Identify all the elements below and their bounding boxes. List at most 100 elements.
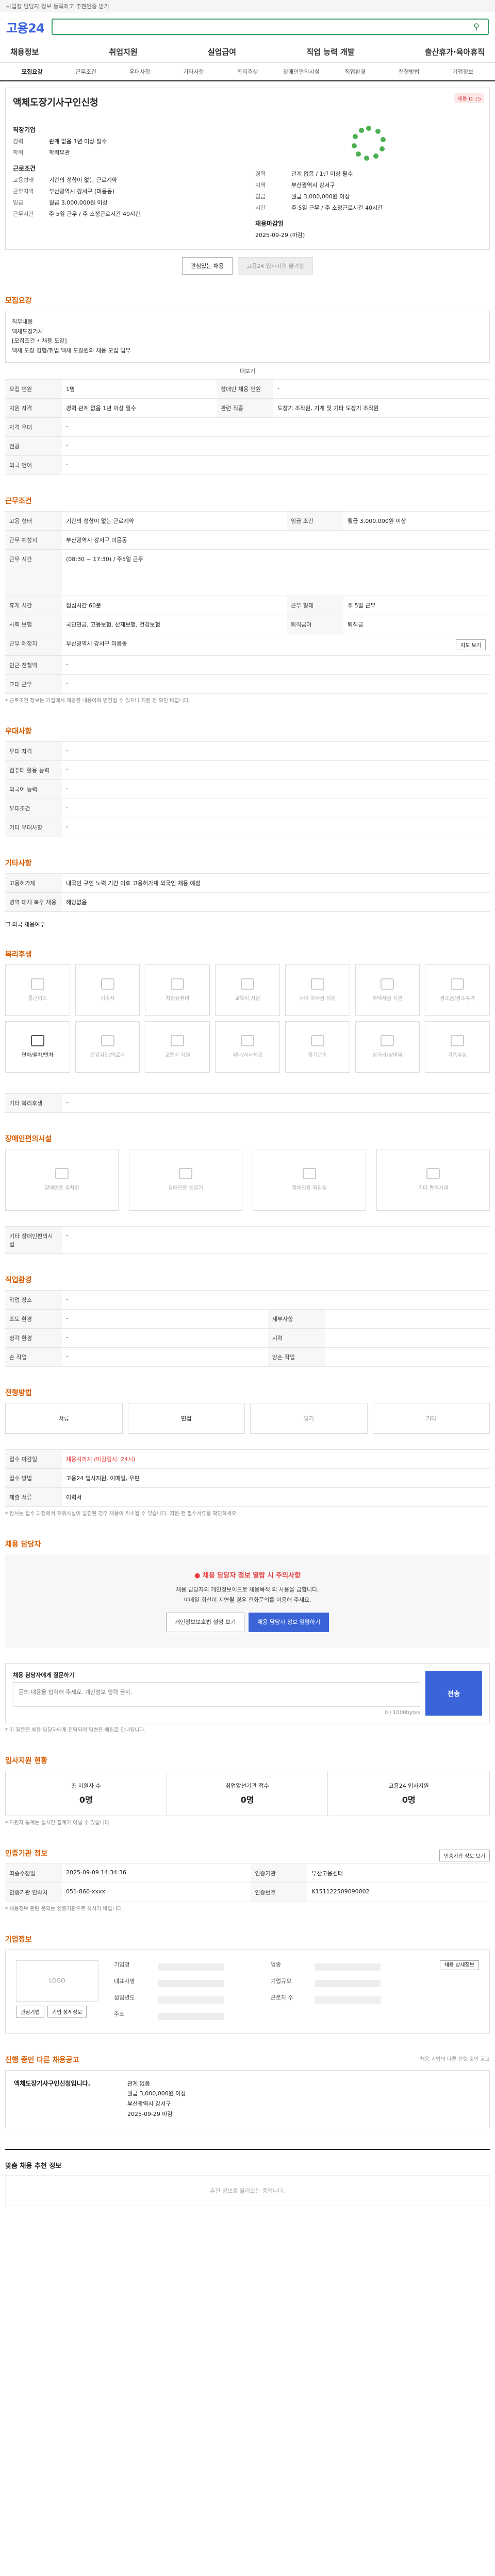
ct-v-5-text: 부산광역시 강서구 미음동: [66, 640, 127, 647]
company-label-2: 대표자명: [114, 1977, 135, 1985]
ev-v-2: -: [62, 1328, 268, 1348]
tab-etc[interactable]: 기타사항: [167, 67, 220, 76]
right-row-k-1: 지역: [255, 182, 266, 189]
parking-icon: [55, 1168, 69, 1180]
other-job-card[interactable]: 액체도장기사구인신청입니다. 관계 없음 월급 3,000,000원 이상 부산…: [5, 2070, 490, 2128]
welfare-item: 연차/월차/반차: [5, 1021, 70, 1073]
job-detail-button[interactable]: 채용 상세정보: [439, 1960, 479, 1970]
pr-v-0: 채용시까지 (마감일시: 24시): [62, 1449, 490, 1469]
search-input[interactable]: ⚲: [51, 19, 489, 35]
gnb-item-training[interactable]: 직업 능력 개발: [306, 46, 354, 57]
company-detail-button[interactable]: 기업 상세정보: [47, 2005, 87, 2018]
ct-k2-3: 근무 형태: [286, 595, 343, 615]
interest-button[interactable]: 관심있는 채용: [182, 257, 233, 275]
other-job-company[interactable]: 액체도장기사구인신청입니다.: [14, 2079, 117, 2088]
contact-alert: ● 채용 담당자 정보 열람 시 주의사항 채용 담당자의 개인정보이므로 채용…: [5, 1554, 490, 1648]
welfare-icon: [101, 1035, 114, 1047]
preference-table: 우대 자격 - 컴퓨터 활용 능력 - 외국어 능력 - 우대조건 - 기타 우대사항 -: [5, 741, 490, 837]
welfare-icon: [310, 1035, 324, 1047]
welfare-icon: [381, 978, 394, 990]
recruit-section: 모집요강 직무내용 액체도장기사 [모집조건 • 채용 도장] 액체 도장 경험…: [5, 295, 490, 475]
company-value-placeholder: [158, 1963, 224, 1971]
site-logo[interactable]: 고용24: [6, 18, 45, 36]
top-notice-bar[interactable]: 사업장 담당자 정보 등록하고 추천인증 받기: [0, 0, 495, 12]
welfare-label: 장기근속: [308, 1053, 327, 1059]
recommend-section: 맞춤 채용 추천 정보 추천 정보를 불러오는 중입니다.: [5, 2148, 490, 2206]
facility-title: 장애인편의시설: [5, 1134, 52, 1143]
right-row-v-2: 월급 3,000,000원 이상: [291, 193, 350, 200]
tab-process[interactable]: 전형방법: [382, 67, 436, 76]
right-row-v-1: 부산광역시 강서구: [291, 182, 335, 189]
welfare-etc-table: 기타 복리후생 -: [5, 1093, 490, 1113]
etc-table: 고용허가제 내국인 구인 노력 기간 이후 고용허가제 외국인 채용 예정 병역 …: [5, 873, 490, 912]
map-button[interactable]: 지도 보기: [456, 639, 486, 650]
career-label: 경력: [13, 138, 24, 145]
check-icon: ☐: [5, 921, 10, 928]
view-contact-button[interactable]: 채용 담당자 정보 열람하기: [249, 1612, 329, 1632]
search-icon[interactable]: ⚲: [470, 21, 483, 33]
welfare-icon: [240, 978, 254, 990]
company-title: 기업정보: [5, 1935, 32, 1944]
company-label-4: 설립년도: [114, 1994, 135, 2001]
recruit-table: 모집 인원 1명 장애인 채용 인원 - 지원 자격 경력 관계 없음 1년 이상 필수…: [5, 379, 490, 475]
welfare-grid: 통근버스 기숙사 차량유류비 교육비 지원 자녀 학자금 지원 주택자금 지원 경조금/경조…: [5, 964, 490, 1073]
welfare-icon: [30, 978, 44, 990]
facility-item: 장애인용 화장실: [253, 1148, 366, 1211]
gnb-item-jobs[interactable]: 채용정보: [10, 46, 39, 57]
agency-button[interactable]: 인증기관 정보 보기: [439, 1850, 490, 1862]
tab-conditions[interactable]: 근무조건: [59, 67, 112, 76]
gnb-item-leave[interactable]: 출산휴가·육아휴직: [425, 46, 485, 57]
welfare-item: 장기근속: [285, 1021, 350, 1073]
env-title: 직업환경: [5, 1276, 32, 1284]
et-k-0: 고용허가제: [5, 873, 62, 893]
company-value-placeholder: [315, 1996, 381, 2004]
company-section: 기업정보 LOGO 관심기업 기업 상세정보 기업명 업종 대표자명 기업규모 …: [5, 1934, 490, 2034]
restroom-icon: [303, 1168, 316, 1180]
pf-v-2: -: [62, 779, 490, 799]
top-notice-text: 사업장 담당자 정보 등록하고 추천인증 받기: [6, 3, 109, 10]
agency-note: * 채용정보 관련 문의는 인증기관으로 하시기 바랍니다.: [5, 1906, 124, 1912]
favorite-company-button[interactable]: 관심기업: [16, 2005, 44, 2018]
pf-k-3: 우대조건: [5, 798, 62, 818]
gnb-item-support[interactable]: 취업지원: [109, 46, 137, 57]
stat-2: 고용24 입사지원 0명: [328, 1771, 489, 1816]
ct-k-4: 사회 보험: [5, 614, 62, 634]
facility-etc-value: -: [62, 1226, 490, 1254]
welfare-icon: [30, 1035, 44, 1047]
welfare-item: 차량유류비: [145, 964, 210, 1016]
welfare-label: 기숙사: [100, 996, 115, 1002]
agency-table: 최종수정일 2025-09-09 14:34:36 인증기관 부산고용센터 인증기관 …: [5, 1863, 490, 1902]
qa-textarea[interactable]: [13, 1682, 420, 1707]
et-v-0: 내국인 구인 노력 기간 이후 고용허가제 외국인 채용 예정: [62, 873, 490, 893]
more-button[interactable]: 더보기: [5, 367, 490, 375]
privacy-law-button[interactable]: 개인정보보호법 설명 보기: [166, 1612, 245, 1632]
tab-env[interactable]: 직업환경: [328, 67, 382, 76]
foreign-check-label: 외국 채용여부: [12, 921, 45, 928]
foreign-check[interactable]: ☐ 외국 채용여부: [5, 920, 490, 928]
facility-section: 장애인편의시설 장애인용 주차장 장애인용 승강기 장애인용 화장실 기타 편의…: [5, 1133, 490, 1254]
company-label-3: 기업규모: [270, 1977, 292, 1985]
tab-company[interactable]: 기업정보: [436, 67, 490, 76]
stat-value-2: 0명: [402, 1794, 416, 1805]
preference-section: 우대사항 우대 자격 - 컴퓨터 활용 능력 - 외국어 능력 - 우대조건 - 기타 …: [5, 726, 490, 837]
recruit-box: 직무내용 액체도장기사 [모집조건 • 채용 도장] 액체 도장 경험/취업 액…: [5, 311, 490, 363]
tab-recruit[interactable]: 모집요강: [5, 67, 59, 76]
deadline-label: 채용마감일: [255, 220, 284, 227]
welfare-label: 건강검진/의료비: [90, 1053, 125, 1059]
preference-title: 우대사항: [5, 727, 32, 736]
emp-type-label: 고용형태: [13, 177, 34, 183]
ev-k-1: 조도 환경: [5, 1309, 62, 1329]
qa-send-button[interactable]: 전송: [425, 1670, 482, 1716]
apply-button[interactable]: 고용24 입사지원 불가능: [238, 257, 314, 275]
facility-label-2: 장애인용 화장실: [292, 1185, 327, 1192]
job-summary-card: 채용 D-15 액체도장기사구인신청 직장기업 경력 관계 없음 1년 이상 필수…: [5, 88, 490, 250]
tab-preference[interactable]: 우대사항: [113, 67, 167, 76]
pf-k-2: 외국어 능력: [5, 779, 62, 799]
ct-k-1: 근무 예정지: [5, 530, 62, 550]
gnb-item-unemployment[interactable]: 실업급여: [208, 46, 236, 57]
tab-welfare[interactable]: 복리후생: [221, 67, 274, 76]
company-value-placeholder: [158, 1979, 224, 1987]
welfare-item: 건강검진/의료비: [75, 1021, 140, 1073]
welfare-label: 교육비 지원: [235, 996, 260, 1002]
tab-facility[interactable]: 장애인편의시설: [274, 67, 328, 76]
